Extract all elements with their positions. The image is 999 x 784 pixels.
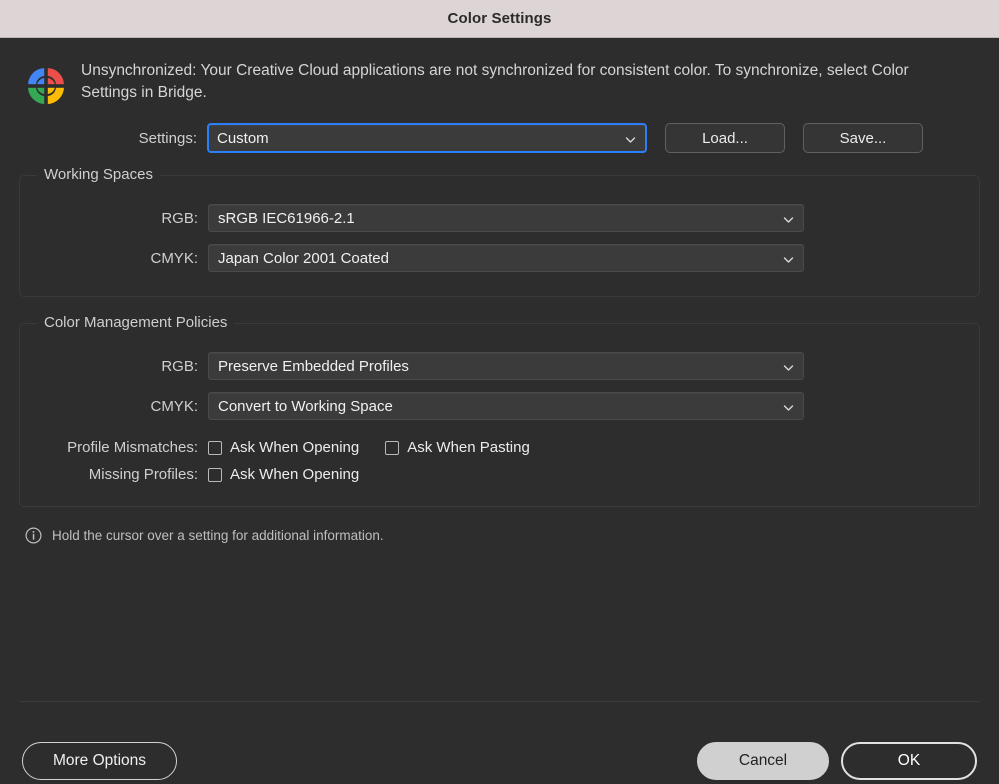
working-spaces-rgb-dropdown[interactable]: sRGB IEC61966-2.1 bbox=[208, 204, 804, 232]
working-spaces-rgb-row: RGB: sRGB IEC61966-2.1 bbox=[26, 198, 979, 238]
checkbox-label: Ask When Opening bbox=[230, 466, 360, 483]
load-button[interactable]: Load... bbox=[665, 123, 785, 153]
chevron-down-icon bbox=[783, 213, 794, 224]
checkbox-label: Ask When Pasting bbox=[407, 439, 530, 456]
policies-cmyk-label: CMYK: bbox=[150, 397, 198, 415]
policies-rgb-value: Preserve Embedded Profiles bbox=[218, 357, 409, 375]
checkbox-box bbox=[208, 467, 222, 482]
color-settings-dialog: Color Settings Unsynchronized: Your Crea… bbox=[0, 0, 999, 784]
working-spaces-cmyk-label: CMYK: bbox=[150, 249, 198, 267]
settings-preset-value: Custom bbox=[217, 129, 269, 147]
settings-label: Settings: bbox=[138, 129, 197, 147]
cancel-button[interactable]: Cancel bbox=[697, 741, 829, 780]
working-spaces-title: Working Spaces bbox=[37, 166, 160, 183]
footer-separator bbox=[19, 701, 980, 702]
ok-button[interactable]: OK bbox=[841, 741, 977, 780]
sync-warning: Unsynchronized: Your Creative Cloud appl… bbox=[0, 38, 999, 109]
policies-rgb-label: RGB: bbox=[161, 357, 198, 375]
profile-mismatches-ask-when-pasting-checkbox[interactable]: Ask When Pasting bbox=[385, 439, 530, 456]
checkbox-box bbox=[385, 440, 400, 455]
hint-text: Hold the cursor over a setting for addit… bbox=[52, 528, 384, 543]
chevron-down-icon bbox=[625, 133, 636, 144]
missing-profiles-row: Missing Profiles: Ask When Opening bbox=[26, 461, 979, 488]
missing-profiles-ask-when-opening-checkbox[interactable]: Ask When Opening bbox=[208, 466, 359, 483]
window-title: Color Settings bbox=[447, 10, 552, 27]
creative-cloud-sync-icon bbox=[25, 63, 67, 109]
policies-cmyk-dropdown[interactable]: Convert to Working Space bbox=[208, 392, 804, 420]
policies-cmyk-value: Convert to Working Space bbox=[218, 397, 393, 415]
policies-cmyk-row: CMYK: Convert to Working Space bbox=[26, 386, 979, 426]
checkbox-box bbox=[208, 440, 222, 455]
hint-row: Hold the cursor over a setting for addit… bbox=[25, 527, 999, 544]
chevron-down-icon bbox=[783, 253, 794, 264]
profile-mismatches-ask-when-opening-checkbox[interactable]: Ask When Opening bbox=[208, 439, 359, 456]
chevron-down-icon bbox=[783, 401, 794, 412]
sync-warning-text: Unsynchronized: Your Creative Cloud appl… bbox=[81, 62, 909, 102]
working-spaces-cmyk-dropdown[interactable]: Japan Color 2001 Coated bbox=[208, 244, 804, 272]
dialog-footer: More Options Cancel OK bbox=[0, 738, 999, 783]
missing-profiles-label: Missing Profiles: bbox=[88, 466, 198, 483]
save-button[interactable]: Save... bbox=[803, 123, 923, 153]
chevron-down-icon bbox=[783, 361, 794, 372]
color-management-policies-group: Color Management Policies RGB: Preserve … bbox=[19, 314, 980, 507]
working-spaces-rgb-value: sRGB IEC61966-2.1 bbox=[218, 209, 355, 227]
color-management-policies-title: Color Management Policies bbox=[37, 314, 235, 331]
working-spaces-cmyk-value: Japan Color 2001 Coated bbox=[218, 249, 389, 267]
policies-rgb-dropdown[interactable]: Preserve Embedded Profiles bbox=[208, 352, 804, 380]
checkbox-label: Ask When Opening bbox=[230, 439, 360, 456]
profile-mismatches-row: Profile Mismatches: Ask When Opening Ask… bbox=[26, 434, 979, 461]
settings-preset-dropdown[interactable]: Custom bbox=[207, 123, 647, 153]
more-options-button[interactable]: More Options bbox=[22, 741, 177, 780]
settings-row: Settings: Custom Load... Save... bbox=[25, 109, 999, 153]
profile-mismatches-label: Profile Mismatches: bbox=[67, 439, 198, 456]
info-icon bbox=[25, 527, 42, 544]
policies-rgb-row: RGB: Preserve Embedded Profiles bbox=[26, 346, 979, 386]
title-bar: Color Settings bbox=[0, 0, 999, 38]
working-spaces-group: Working Spaces RGB: sRGB IEC61966-2.1 CM… bbox=[19, 166, 980, 297]
dialog-body: Unsynchronized: Your Creative Cloud appl… bbox=[0, 38, 999, 784]
working-spaces-cmyk-row: CMYK: Japan Color 2001 Coated bbox=[26, 238, 979, 278]
working-spaces-rgb-label: RGB: bbox=[161, 209, 198, 227]
